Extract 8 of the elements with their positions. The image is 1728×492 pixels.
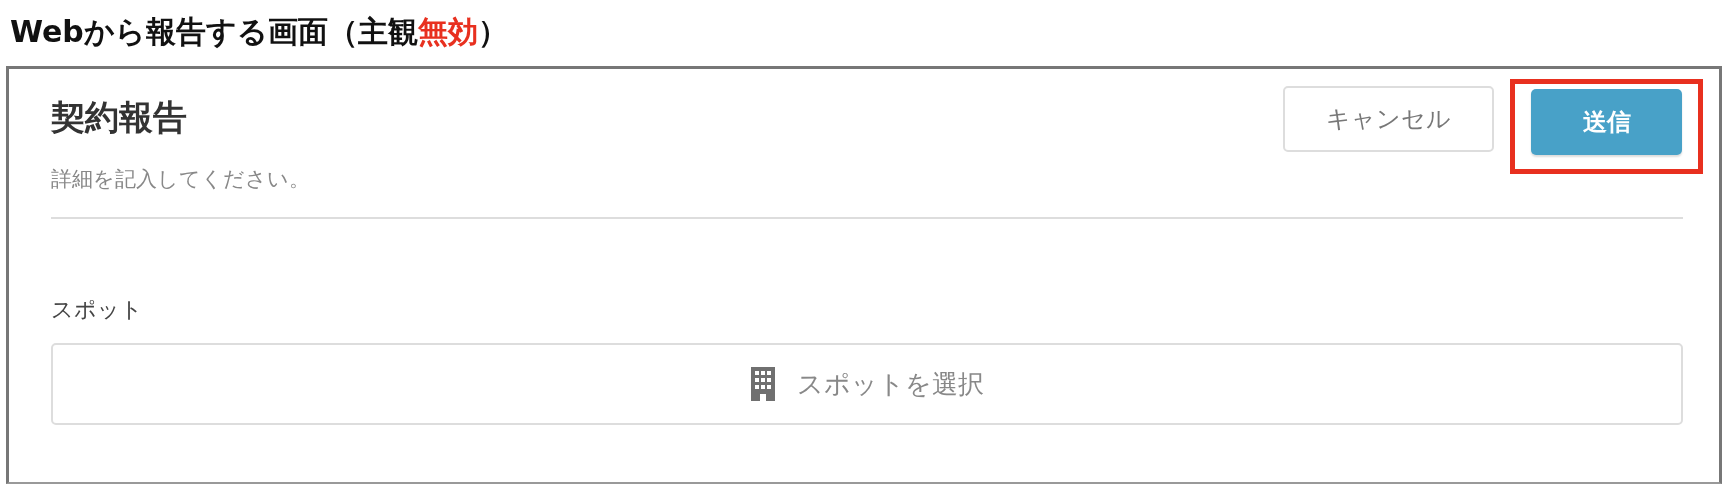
page-heading: Webから報告する画面（主観無効） [9,13,509,51]
form-subtitle: 詳細を記入してください。 [51,166,310,193]
building-icon [750,367,775,401]
cancel-button[interactable]: キャンセル [1283,86,1494,152]
field-label: スポット [51,296,144,324]
send-button[interactable]: 送信 [1531,89,1682,155]
form-title: 契約報告 [51,96,188,139]
spot-select-button[interactable]: スポットを選択 [51,343,1683,425]
